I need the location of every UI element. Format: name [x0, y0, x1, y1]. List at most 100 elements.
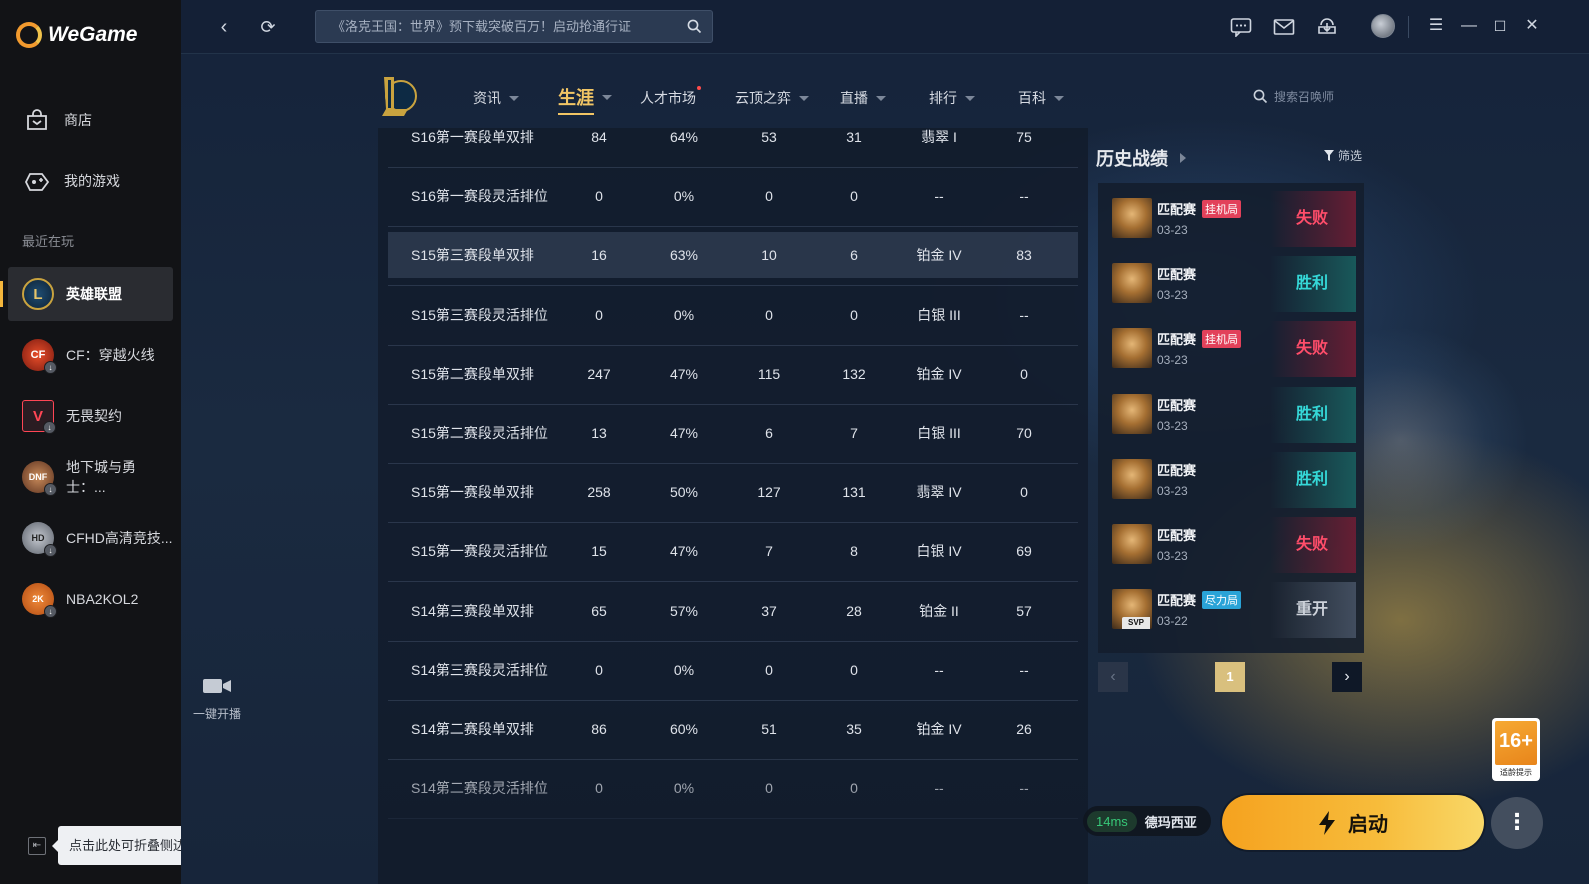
chevron-down-icon	[509, 95, 519, 101]
chat-icon[interactable]	[1229, 16, 1253, 38]
match-result: 重开	[1270, 582, 1356, 639]
tab-live[interactable]: 直播	[840, 88, 886, 108]
more-options-button[interactable]: ⋮	[1491, 797, 1543, 849]
download-manager-icon[interactable]	[1315, 16, 1339, 38]
global-search-input[interactable]	[316, 11, 712, 42]
refresh-button[interactable]: ⟳	[255, 14, 281, 40]
summoner-search[interactable]: 搜索召唤师	[1253, 88, 1334, 105]
launch-button[interactable]: 启动	[1222, 795, 1484, 850]
match-mode-label: 匹配赛	[1157, 593, 1197, 609]
sidebar-game-lol[interactable]: L 英雄联盟	[0, 267, 173, 321]
match-item[interactable]: 匹配赛 挂机局 03-23 失败	[1098, 183, 1364, 248]
row-divider	[388, 403, 1078, 405]
match-item[interactable]: SVP 匹配赛 尽力局 03-22 重开	[1098, 574, 1364, 639]
tab-wiki[interactable]: 百科	[1018, 88, 1064, 108]
cell-points: --	[1019, 306, 1029, 323]
league-of-legends-logo[interactable]	[379, 74, 417, 118]
age-rating-badge[interactable]: 16+ 适龄提示	[1492, 718, 1540, 781]
row-divider	[388, 581, 1078, 583]
table-row[interactable]: S15第一赛段灵活排位 15 47% 7 8 白银 IV 69	[388, 528, 1078, 574]
row-divider	[388, 167, 1078, 168]
match-date: 03-23	[1157, 288, 1188, 303]
close-button[interactable]: ✕	[1520, 14, 1544, 38]
sidebar-item-store[interactable]: 商店	[8, 93, 173, 147]
nba2kol2-icon: 2K ↓	[22, 583, 57, 618]
sidebar-game-cf[interactable]: CF ↓ CF：穿越火线	[8, 328, 173, 382]
table-row[interactable]: S14第三赛段灵活排位 0 0% 0 0 -- --	[388, 647, 1078, 693]
tab-career[interactable]: 生涯	[558, 84, 612, 115]
table-row[interactable]: S14第三赛段单双排 65 57% 37 28 铂金 II 57	[388, 588, 1078, 634]
sidebar-game-nba2kol2[interactable]: 2K ↓ NBA2KOL2	[8, 572, 173, 626]
cell-season-name: S15第一赛段单双排	[411, 484, 534, 501]
cell-tier: --	[934, 661, 944, 678]
launch-label: 启动	[1348, 814, 1388, 836]
server-selector[interactable]: 14ms 德玛西亚	[1083, 806, 1211, 836]
valorant-icon: V ↓	[22, 400, 56, 434]
user-avatar[interactable]	[1371, 14, 1395, 38]
tab-ranking[interactable]: 排行	[929, 88, 975, 108]
cell-tier: --	[934, 188, 944, 205]
cfhd-icon: HD ↓	[22, 522, 57, 557]
mail-icon[interactable]	[1272, 16, 1296, 38]
table-row[interactable]: S16第一赛段灵活排位 0 0% 0 0 -- --	[388, 173, 1078, 219]
match-mode: 匹配赛 尽力局	[1157, 590, 1242, 609]
sidebar-game-label: NBA2KOL2	[66, 591, 139, 607]
age-rating-caption: 适龄提示	[1500, 768, 1532, 777]
tab-news[interactable]: 资讯	[473, 88, 519, 108]
sidebar-item-my-games[interactable]: 我的游戏	[8, 154, 173, 208]
collapse-sidebar-button[interactable]: ⇤	[28, 837, 46, 855]
match-tag: 挂机局	[1202, 199, 1242, 218]
champion-avatar	[1112, 458, 1152, 499]
one-click-live-button[interactable]: 一键开播	[191, 675, 243, 722]
match-item[interactable]: 匹配赛 挂机局 03-23 失败	[1098, 313, 1364, 378]
table-row[interactable]: S16第一赛段单双排 84 64% 53 31 翡翠 I 75	[388, 128, 1078, 160]
champion-avatar	[1112, 524, 1152, 564]
filter-icon	[1324, 150, 1334, 161]
table-row[interactable]: S15第三赛段单双排 16 63% 10 6 铂金 IV 83	[388, 232, 1078, 279]
match-history-header[interactable]: 历史战绩	[1096, 145, 1186, 171]
tab-tft[interactable]: 云顶之弈	[735, 88, 809, 108]
match-item[interactable]: 匹配赛 03-23 胜利	[1098, 379, 1364, 444]
table-row[interactable]: S14第二赛段灵活排位 0 0% 0 0 -- --	[388, 765, 1078, 811]
filter-button[interactable]: 筛选	[1324, 147, 1362, 164]
sidebar-game-valorant[interactable]: V ↓ 无畏契约	[8, 389, 173, 443]
back-button[interactable]: ‹	[211, 14, 237, 40]
cell-losses: 28	[846, 602, 862, 619]
match-history-list: 匹配赛 挂机局 03-23 失败 匹配赛 03-23 胜利 匹配赛 挂机局 03-23 失败 匹配赛 0…	[1098, 183, 1364, 653]
match-item[interactable]: 匹配赛 03-23 失败	[1098, 509, 1364, 574]
recent-games-label: 最近在玩	[22, 234, 75, 249]
wegame-logo-icon	[16, 22, 42, 48]
table-row[interactable]: S15第三赛段灵活排位 0 0% 0 0 白银 III --	[388, 292, 1078, 338]
cell-games-played: 65	[591, 602, 607, 619]
match-item[interactable]: 匹配赛 03-23 胜利	[1098, 444, 1364, 509]
next-page-button[interactable]: ›	[1332, 662, 1362, 692]
match-item[interactable]: 匹配赛 03-23 胜利	[1098, 248, 1364, 313]
topbar-divider	[1408, 16, 1409, 38]
cell-games-played: 86	[591, 721, 607, 737]
sidebar-game-cfhd[interactable]: HD ↓ CFHD高清竞技...	[8, 511, 173, 565]
menu-icon[interactable]: ☰	[1424, 14, 1448, 38]
cell-losses: 131	[842, 484, 866, 501]
global-search	[315, 10, 713, 43]
table-row[interactable]: S15第二赛段灵活排位 13 47% 6 7 白银 III 70	[388, 410, 1078, 456]
table-row[interactable]: S15第一赛段单双排 258 50% 127 131 翡翠 IV 0	[388, 469, 1078, 515]
summoner-search-placeholder: 搜索召唤师	[1274, 90, 1335, 104]
prev-page-button[interactable]: ‹	[1098, 662, 1128, 692]
maximize-button[interactable]: ☐	[1488, 14, 1512, 38]
table-row[interactable]: S15第二赛段单双排 247 47% 115 132 铂金 IV 0	[388, 351, 1078, 397]
search-icon[interactable]	[687, 19, 702, 39]
sidebar: WeGame 商店 我的游戏 最近在玩 L 英雄联盟 CF ↓ CF：穿越火线 V…	[0, 0, 181, 884]
cell-points: --	[1019, 661, 1029, 678]
tab-label: 人才市场	[640, 90, 696, 106]
sidebar-game-dnf[interactable]: DNF ↓ 地下城与勇士：...	[8, 450, 173, 504]
cell-points: 0	[1020, 484, 1028, 501]
tab-talent-market[interactable]: 人才市场	[640, 86, 701, 108]
match-mode-label: 匹配赛	[1157, 267, 1197, 283]
wegame-logo[interactable]: WeGame	[16, 22, 138, 48]
main-area: ‹ ⟳ ☰ — ☐ ✕ 资讯 生涯 人才市场 云顶之弈 直播 排行	[181, 0, 1589, 884]
table-row[interactable]: S14第二赛段单双排 86 60% 51 35 铂金 IV 26	[388, 706, 1078, 752]
cell-season-name: S14第二赛段单双排	[411, 721, 534, 737]
chevron-down-icon	[1054, 95, 1064, 101]
minimize-button[interactable]: —	[1457, 14, 1481, 38]
current-page[interactable]: 1	[1215, 662, 1245, 692]
